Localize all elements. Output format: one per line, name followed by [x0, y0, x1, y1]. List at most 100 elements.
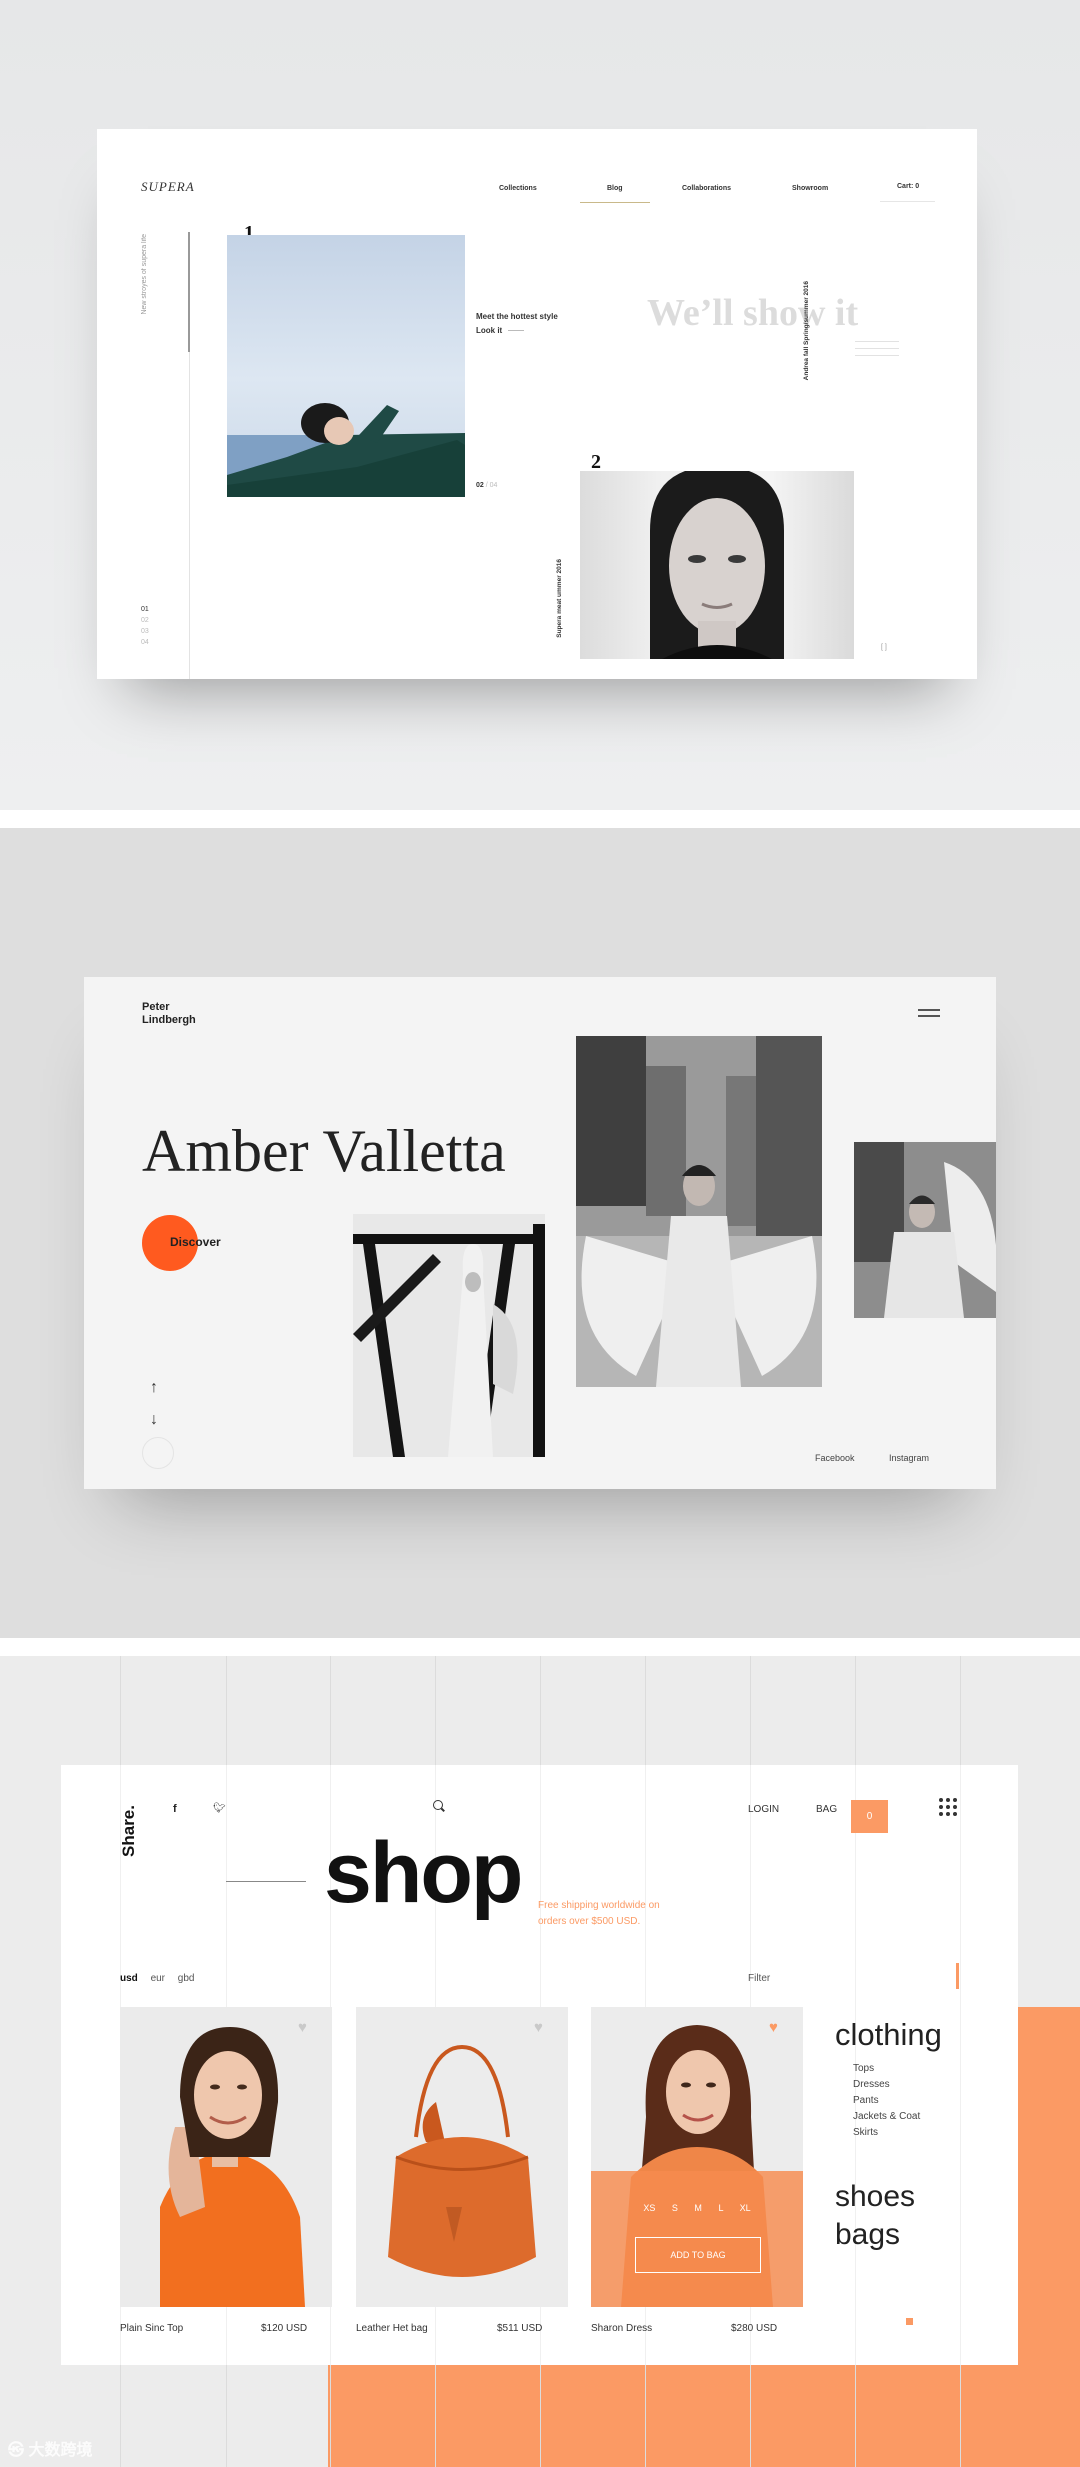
cart-link[interactable]: Cart: 0 [897, 183, 919, 190]
vertical-caption-right: Andrea fall Spring/summer 2016 [803, 281, 810, 381]
hamburger-menu-icon[interactable] [918, 1009, 940, 1019]
nav-collections[interactable]: Collections [499, 185, 537, 192]
slide-index: 01 02 03 04 [141, 604, 149, 648]
currency-eur[interactable]: eur [151, 1973, 165, 1984]
social-link-instagram[interactable]: Instagram [889, 1453, 929, 1463]
size-xl[interactable]: XL [740, 2203, 751, 2213]
filter-link[interactable]: Filter [748, 1973, 770, 1984]
scroll-indicator-circle [142, 1437, 174, 1469]
discover-button[interactable]: Discover [170, 1235, 221, 1249]
item1-link-text[interactable]: Look it [476, 326, 502, 335]
add-to-bag-button[interactable]: ADD TO BAG [635, 2237, 761, 2273]
supera-blog-card: SUPERA Collections Blog Collaborations S… [97, 129, 977, 679]
orange-backdrop-right [1018, 2007, 1080, 2467]
product-name[interactable]: Leather Het bag [356, 2323, 428, 2334]
supera-logo[interactable]: SUPERA [141, 179, 195, 195]
favorite-heart-icon[interactable]: ♥ [534, 2019, 543, 2036]
corner-mark: [ ] [881, 644, 887, 651]
angel-ladder-photo[interactable] [353, 1214, 545, 1457]
item1-photo[interactable] [227, 235, 465, 497]
bag-count-badge[interactable]: 0 [851, 1800, 888, 1833]
accent-square [906, 2318, 913, 2325]
favorite-heart-icon[interactable]: ♥ [298, 2019, 307, 2036]
shop-heading: shop [324, 1825, 523, 1921]
section-divider [0, 1638, 1080, 1656]
shipping-note-line2: orders over $500 USD. [538, 1916, 641, 1927]
grid-menu-icon[interactable] [939, 1798, 957, 1816]
nav-blog[interactable]: Blog [607, 185, 623, 192]
nav-collaborations[interactable]: Collaborations [682, 185, 731, 192]
product-price: $120 USD [261, 2323, 308, 2334]
currency-switcher: usd eur gbd [120, 1973, 194, 1984]
login-link[interactable]: LOGIN [748, 1804, 779, 1815]
product-name[interactable]: Sharon Dress [591, 2323, 652, 2334]
favorite-heart-icon[interactable]: ♥ [769, 2019, 778, 2036]
seated-angel-photo[interactable] [854, 1142, 996, 1318]
brand-logo[interactable]: Peter Lindbergh [142, 1001, 196, 1027]
heading-rule [226, 1881, 306, 1882]
city-angel-image [576, 1036, 822, 1387]
subcategory-item[interactable]: Jackets & Coat [853, 2109, 920, 2125]
leather-bag-image [356, 2007, 568, 2307]
vertical-caption-left: Supera meat ummer 2016 [556, 559, 563, 638]
showcase-section-2: Peter Lindbergh Amber Valletta Discover … [0, 828, 1080, 1638]
product-card[interactable]: ♥ [356, 2007, 568, 2307]
category-clothing[interactable]: clothing [835, 2017, 942, 2053]
nav-showroom[interactable]: Showroom [792, 185, 828, 192]
showcase-section-1: SUPERA Collections Blog Collaborations S… [0, 0, 1080, 810]
subcategory-item[interactable]: Pants [853, 2093, 920, 2109]
bag-link[interactable]: BAG [816, 1804, 837, 1815]
watermark-logo-icon: ㉿ [8, 2442, 29, 2459]
subcategory-list: Tops Dresses Pants Jackets & Coat Skirts [853, 2061, 920, 2141]
subcategory-item[interactable]: Tops [853, 2061, 920, 2077]
item1-title: Meet the hottest style [476, 312, 558, 321]
product-card[interactable]: ♥ [120, 2007, 332, 2307]
portrait-image [650, 471, 784, 659]
pager-separator: / [485, 482, 488, 489]
slide-number[interactable]: 04 [141, 637, 149, 648]
slide-number[interactable]: 01 [141, 604, 149, 615]
size-options: XS S M L XL [591, 2203, 803, 2213]
showcase-section-3: Share. f 🐦︎ LOGIN BAG 0 shop Free shippi… [0, 1656, 1080, 2467]
product-price: $280 USD [731, 2323, 778, 2334]
category-shoes[interactable]: shoes [835, 2178, 915, 2216]
pager-current: 02 [476, 482, 484, 489]
shipping-note-line1: Free shipping worldwide on [538, 1900, 660, 1911]
twitter-icon[interactable]: 🐦︎ [213, 1803, 226, 1814]
item1-caption: Meet the hottest style Look it [476, 310, 558, 338]
search-icon-handle [441, 1807, 445, 1812]
cart-underline [880, 201, 935, 202]
subcategory-item[interactable]: Dresses [853, 2077, 920, 2093]
social-link-facebook[interactable]: Facebook [815, 1453, 855, 1463]
angel-ladder-image [353, 1214, 545, 1457]
arrow-down-icon[interactable]: ↓ [150, 1411, 158, 1429]
facebook-icon[interactable]: f [173, 1803, 177, 1815]
product-price: $511 USD [497, 2323, 543, 2334]
brand-line2: Lindbergh [142, 1014, 196, 1026]
shipping-note: Free shipping worldwide on orders over $… [538, 1898, 660, 1930]
arrow-up-icon[interactable]: ↑ [150, 1379, 158, 1397]
category-bags[interactable]: bags [835, 2216, 915, 2254]
product-card[interactable]: XS S M L XL ADD TO BAG ♥ [591, 2007, 803, 2307]
currency-usd[interactable]: usd [120, 1973, 138, 1984]
slide-number[interactable]: 03 [141, 626, 149, 637]
subcategory-item[interactable]: Skirts [853, 2125, 920, 2141]
size-xs[interactable]: XS [643, 2203, 655, 2213]
model-title: Amber Valletta [142, 1118, 506, 1184]
headline: We’ll show it [647, 292, 859, 334]
item2-photo[interactable] [580, 471, 854, 659]
size-s[interactable]: S [672, 2203, 678, 2213]
size-l[interactable]: L [718, 2203, 723, 2213]
watermark: ㉿ 大数跨境 [8, 2436, 92, 2460]
currency-gbd[interactable]: gbd [178, 1973, 195, 1984]
item1-link[interactable]: Look it [476, 324, 558, 338]
slide-number[interactable]: 02 [141, 615, 149, 626]
side-tagline: New stroyes of supera life [141, 234, 148, 315]
plain-sinc-top-image [120, 2007, 332, 2307]
link-dash [508, 330, 525, 332]
product-name[interactable]: Plain Sinc Top [120, 2323, 183, 2334]
seated-angel-image [854, 1142, 996, 1318]
city-angel-photo[interactable] [576, 1036, 822, 1387]
watermark-text: 大数跨境 [28, 2442, 93, 2459]
size-m[interactable]: M [694, 2203, 702, 2213]
